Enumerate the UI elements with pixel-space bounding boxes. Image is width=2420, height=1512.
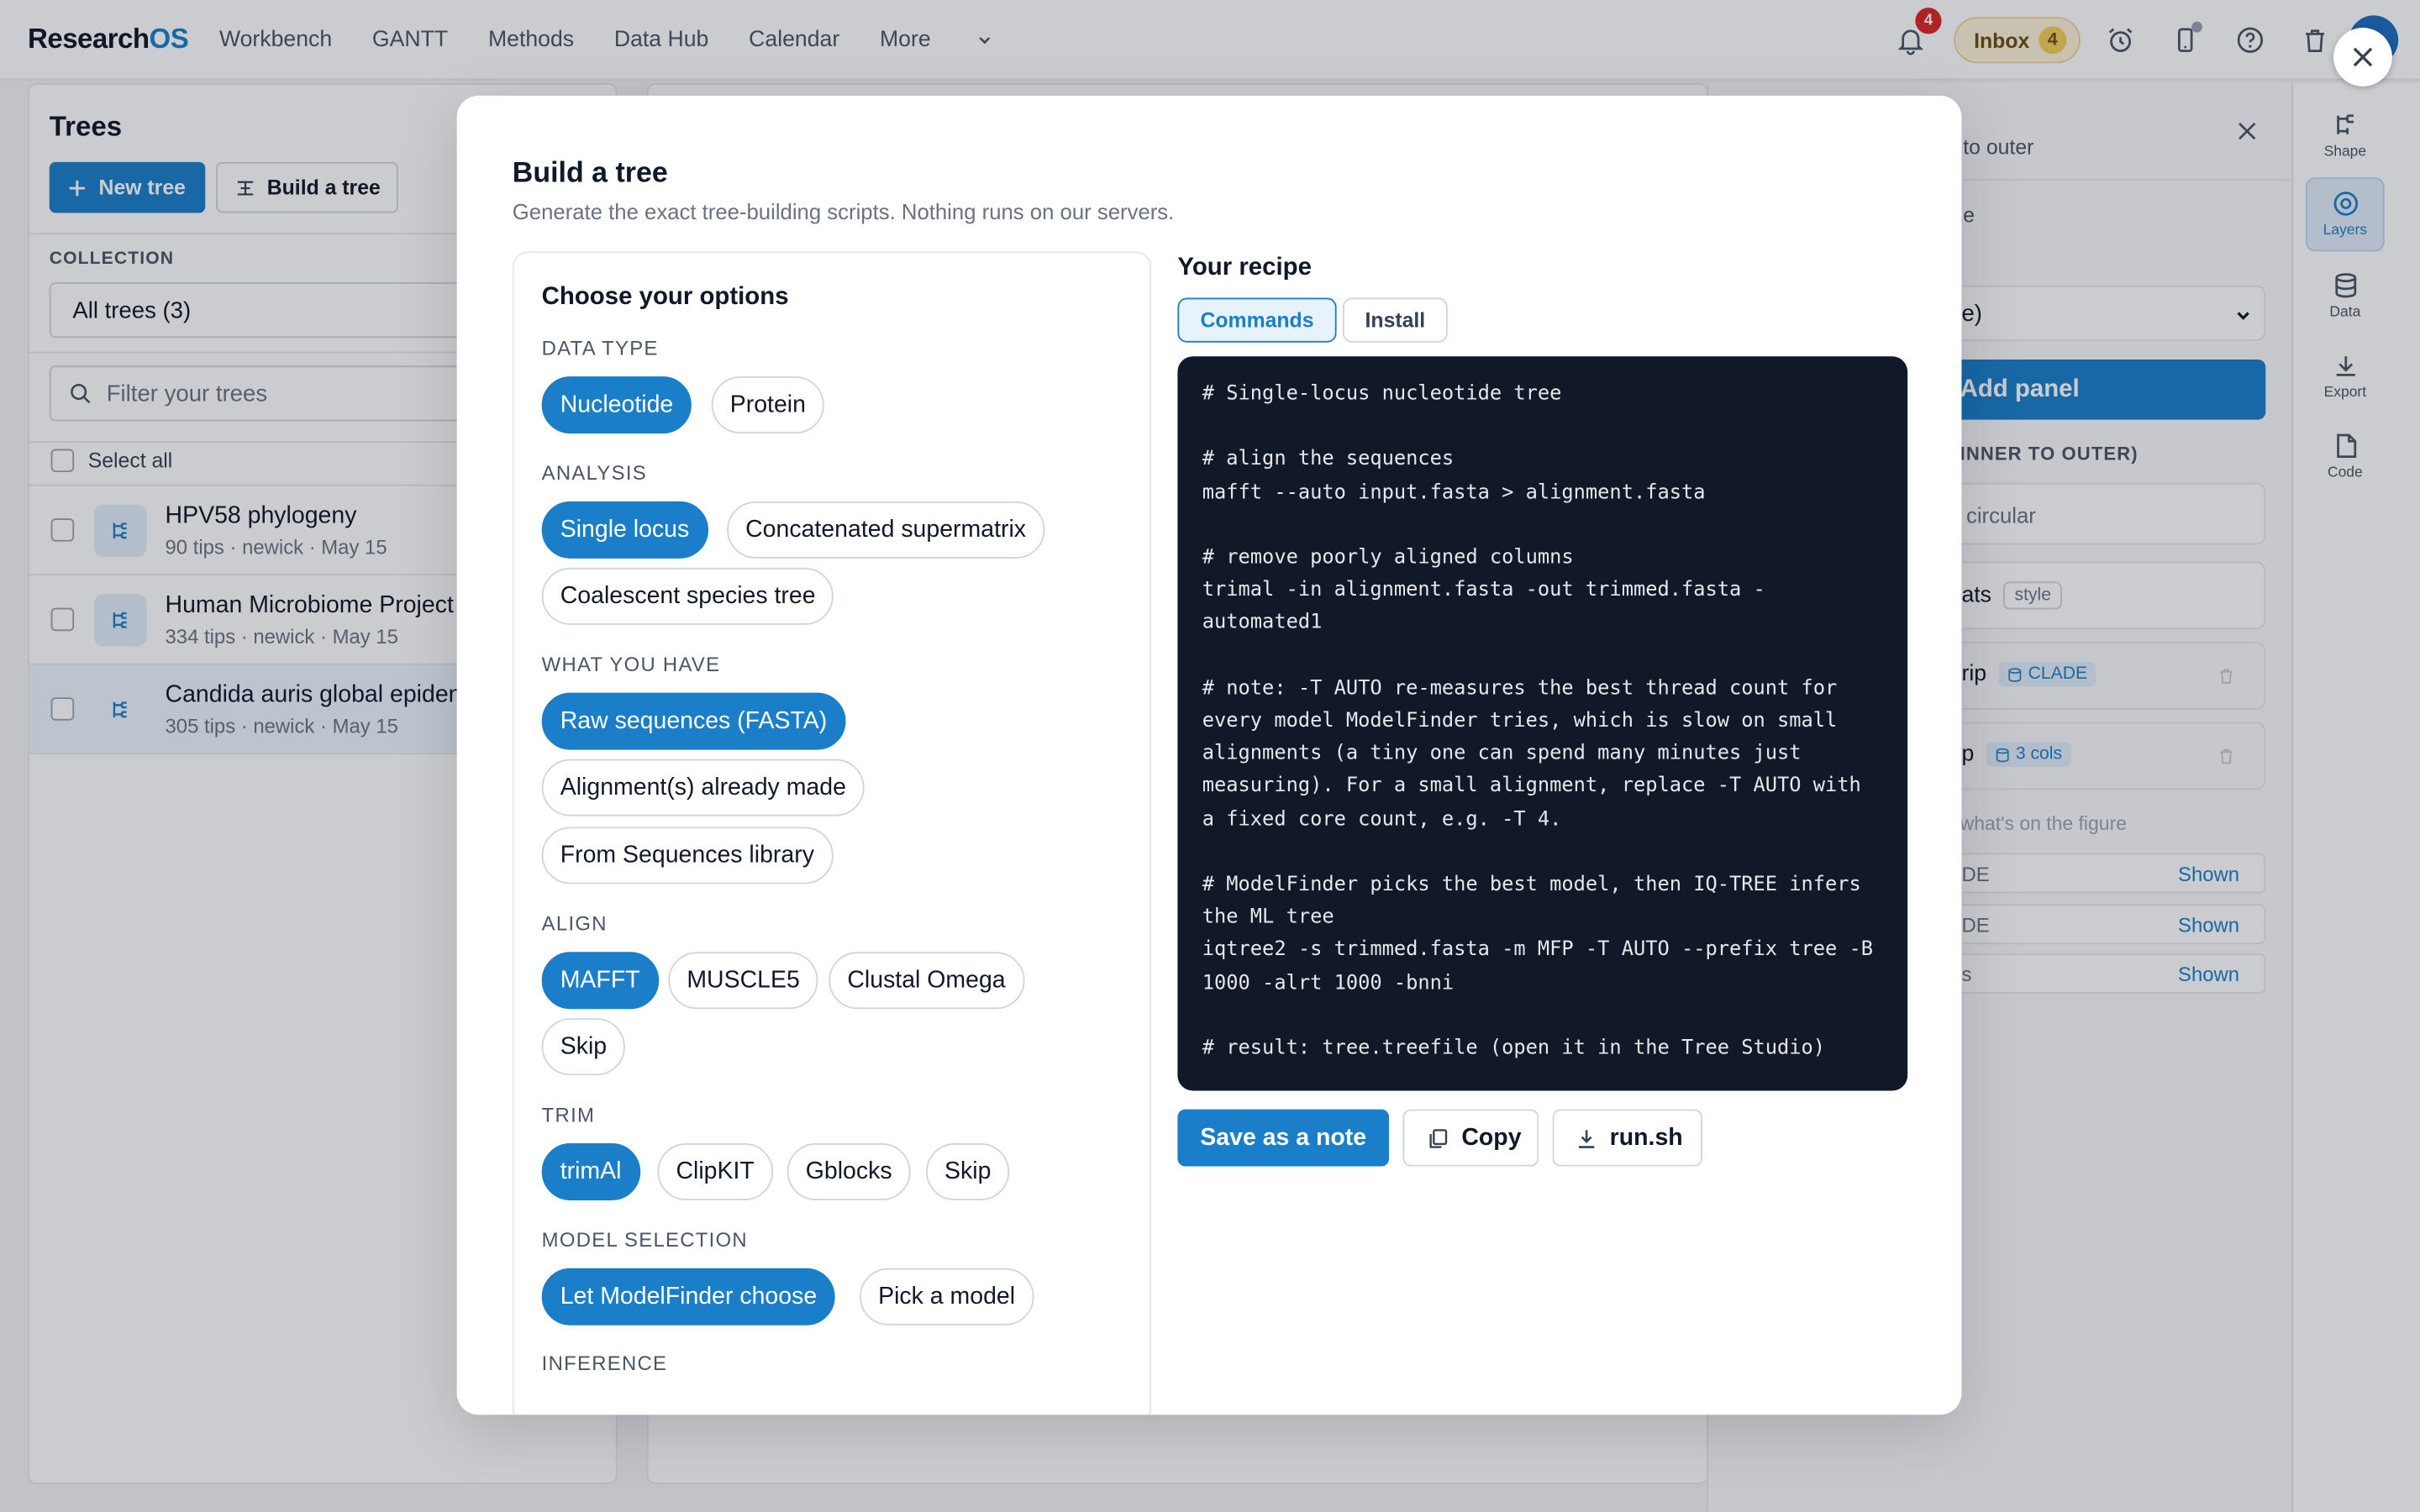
option-muscle5[interactable]: MUSCLE5 <box>668 952 818 1010</box>
option-sequences-library[interactable]: From Sequences library <box>541 827 833 885</box>
recipe-title: Your recipe <box>1177 255 1312 281</box>
section-data-type: DATA TYPE <box>541 336 659 360</box>
option-pick-model[interactable]: Pick a model <box>860 1268 1034 1326</box>
close-modal-button[interactable] <box>2333 28 2392 87</box>
option-coalescent[interactable]: Coalescent species tree <box>541 567 834 625</box>
option-single-locus[interactable]: Single locus <box>541 501 708 559</box>
modal-subtitle: Generate the exact tree-building scripts… <box>512 198 1175 224</box>
options-title: Choose your options <box>541 283 789 311</box>
option-mafft[interactable]: MAFFT <box>541 952 659 1010</box>
option-clustal-omega[interactable]: Clustal Omega <box>829 952 1024 1010</box>
copy-icon <box>1429 1128 1448 1147</box>
section-align: ALIGN <box>541 911 608 936</box>
option-clipkit[interactable]: ClipKIT <box>657 1142 773 1200</box>
section-what-you-have: WHAT YOU HAVE <box>541 652 721 676</box>
build-tree-modal: Build a tree Generate the exact tree-bui… <box>456 95 1962 1415</box>
run-sh-label: run.sh <box>1609 1124 1683 1151</box>
option-concatenated[interactable]: Concatenated supermatrix <box>727 501 1045 559</box>
option-gblocks[interactable]: Gblocks <box>786 1142 911 1200</box>
option-nucleotide[interactable]: Nucleotide <box>541 376 692 434</box>
tab-commands[interactable]: Commands <box>1177 297 1337 343</box>
code-text: # Single-locus nucleotide tree # align t… <box>1202 382 1874 1060</box>
code-block[interactable]: # Single-locus nucleotide tree # align t… <box>1177 356 1908 1091</box>
section-inference: INFERENCE <box>541 1351 668 1375</box>
save-note-button[interactable]: Save as a note <box>1177 1109 1390 1167</box>
option-trimal[interactable]: trimAl <box>541 1142 640 1200</box>
tab-install[interactable]: Install <box>1342 297 1448 343</box>
option-trim-skip[interactable]: Skip <box>926 1142 1010 1200</box>
section-analysis: ANALYSIS <box>541 461 648 485</box>
download-script-button[interactable]: run.sh <box>1552 1109 1702 1167</box>
options-panel: Choose your options DATA TYPE Nucleotide… <box>512 251 1152 1415</box>
modal-title: Build a tree <box>512 155 668 189</box>
close-icon <box>2353 47 2373 67</box>
option-alignment-made[interactable]: Alignment(s) already made <box>541 759 865 816</box>
option-raw-fasta[interactable]: Raw sequences (FASTA) <box>541 692 846 750</box>
section-trim: TRIM <box>541 1103 596 1126</box>
section-model-selection: MODEL SELECTION <box>541 1228 748 1252</box>
copy-button[interactable]: Copy <box>1402 1109 1539 1167</box>
option-protein[interactable]: Protein <box>711 376 825 434</box>
download-icon <box>1578 1129 1595 1147</box>
copy-label: Copy <box>1461 1124 1522 1151</box>
option-align-skip[interactable]: Skip <box>541 1018 626 1076</box>
option-modelfinder[interactable]: Let ModelFinder choose <box>541 1268 836 1326</box>
